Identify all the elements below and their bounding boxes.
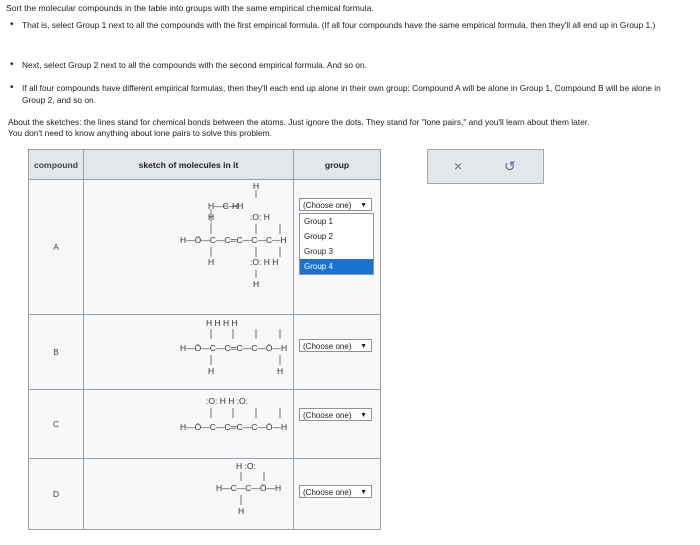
svg-text:H: H — [238, 506, 244, 516]
chevron-down-icon: ▼ — [360, 202, 367, 209]
instruction-bullet-3: If all four compounds have different emp… — [10, 82, 682, 106]
header-sketch: sketch of molecules in it — [83, 149, 294, 180]
chevron-down-icon: ▼ — [360, 343, 367, 350]
svg-text:H—C—C—Ö—H: H—C—C—Ö—H — [216, 483, 281, 493]
group-select-b[interactable]: (Choose one) ▼ — [299, 339, 372, 352]
svg-text:H: H — [253, 279, 259, 289]
svg-text:H: H — [208, 257, 214, 267]
molecule-sketch-a: H H H—C—H H :O: H H—Ö—C—C═C—C—C—H H :O: … — [83, 179, 294, 315]
group-select-d[interactable]: (Choose one) ▼ — [299, 485, 372, 498]
sketch-note-line-2: You don't need to know anything about lo… — [8, 128, 272, 138]
group-select-b-value: (Choose one) — [303, 342, 352, 351]
group-select-c-value: (Choose one) — [303, 411, 352, 420]
svg-text::O: H H: :O: H H — [250, 257, 278, 267]
chevron-down-icon: ▼ — [360, 412, 367, 419]
group-select-a[interactable]: (Choose one) ▼ — [299, 198, 372, 211]
compound-label-a: A — [28, 179, 84, 315]
undo-icon[interactable]: ↺ — [504, 158, 516, 175]
svg-text:H: H — [277, 366, 283, 376]
molecule-sketch-c: :O: H H :O: H—Ö—C—C═C—C—Ö—H — [83, 389, 294, 459]
compound-label-c: C — [28, 389, 84, 459]
instruction-bullet-1: That is, select Group 1 next to all the … — [10, 19, 682, 31]
instruction-bullet-2: Next, select Group 2 next to all the com… — [10, 59, 682, 71]
svg-text:H: H — [253, 181, 259, 191]
molecule-sketch-d: H :O: H—C—C—Ö—H H — [83, 458, 294, 530]
svg-text::O: H: :O: H — [250, 212, 270, 222]
svg-text:H—Ö—C—C═C—C—C—H: H—Ö—C—C═C—C—C—H — [180, 235, 287, 245]
compound-label-d: D — [28, 458, 84, 530]
svg-text:H—Ö—C—C═C—C—Ö—H: H—Ö—C—C═C—C—Ö—H — [180, 343, 287, 353]
svg-text:H—Ö—C—C═C—C—Ö—H: H—Ö—C—C═C—C—Ö—H — [180, 422, 287, 432]
compound-label-b: B — [28, 314, 84, 390]
group-cell-a: (Choose one) ▼ Group 1 Group 2 Group 3 G… — [293, 179, 381, 315]
group-select-d-value: (Choose one) — [303, 488, 352, 497]
sorting-table: compound sketch of molecules in it group… — [28, 149, 381, 530]
sketch-note-line-1: About the sketches: the lines stand for … — [8, 117, 590, 127]
svg-text:H H H H: H H H H — [206, 318, 238, 328]
svg-text:H: H — [208, 366, 214, 376]
clear-icon[interactable]: × — [454, 158, 462, 174]
sketch-note: About the sketches: the lines stand for … — [8, 117, 698, 139]
answer-toolbar: × ↺ — [427, 149, 544, 184]
chevron-down-icon: ▼ — [360, 489, 367, 496]
dropdown-option-group-2[interactable]: Group 2 — [300, 229, 373, 244]
group-dropdown-a: Group 1 Group 2 Group 3 Group 4 — [299, 213, 374, 275]
group-cell-b: (Choose one) ▼ — [293, 314, 381, 390]
header-group: group — [293, 149, 381, 180]
group-cell-d: (Choose one) ▼ — [293, 458, 381, 530]
svg-text:H: H — [208, 212, 214, 222]
svg-text:H—C—H: H—C—H — [208, 201, 243, 211]
dropdown-option-group-4[interactable]: Group 4 — [300, 259, 373, 274]
page-title: Sort the molecular compounds in the tabl… — [6, 3, 374, 13]
group-select-a-value: (Choose one) — [303, 201, 352, 210]
dropdown-option-group-1[interactable]: Group 1 — [300, 214, 373, 229]
dropdown-option-group-3[interactable]: Group 3 — [300, 244, 373, 259]
group-select-c[interactable]: (Choose one) ▼ — [299, 408, 372, 421]
svg-text:H :O:: H :O: — [236, 461, 256, 471]
group-cell-c: (Choose one) ▼ — [293, 389, 381, 459]
svg-text::O: H H :O:: :O: H H :O: — [206, 396, 248, 406]
molecule-sketch-b: H H H H H—Ö—C—C═C—C—Ö—H H H — [83, 314, 294, 390]
header-compound: compound — [28, 149, 84, 180]
